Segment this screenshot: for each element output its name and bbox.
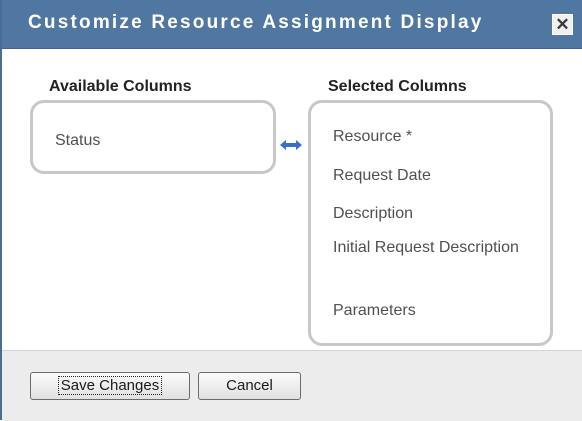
save-changes-button[interactable]: Save Changes xyxy=(30,372,190,400)
selected-columns-heading: Selected Columns xyxy=(328,78,467,95)
available-item-status[interactable]: Status xyxy=(55,131,100,151)
dialog-title: Customize Resource Assignment Display xyxy=(28,12,484,33)
cancel-button[interactable]: Cancel xyxy=(198,372,301,400)
selected-item-request-date[interactable]: Request Date xyxy=(333,166,533,186)
selected-item-description[interactable]: Description xyxy=(333,204,533,224)
available-columns-heading: Available Columns xyxy=(49,78,192,95)
close-button[interactable]: ✕ xyxy=(552,14,573,35)
selected-item-resource[interactable]: Resource * xyxy=(333,127,533,147)
selected-item-initial-request-description[interactable]: Initial Request Description xyxy=(333,238,533,258)
double-arrow-icon[interactable] xyxy=(278,138,304,152)
available-columns-list[interactable]: Status xyxy=(30,100,276,174)
save-changes-label: Save Changes xyxy=(57,376,163,395)
customize-display-dialog: Customize Resource Assignment Display ✕ … xyxy=(0,0,582,421)
close-icon: ✕ xyxy=(555,15,570,34)
selected-item-parameters[interactable]: Parameters xyxy=(333,301,533,321)
selected-columns-list[interactable]: Resource * Request Date Description Init… xyxy=(308,100,553,346)
dialog-titlebar[interactable]: Customize Resource Assignment Display ✕ xyxy=(2,0,582,49)
